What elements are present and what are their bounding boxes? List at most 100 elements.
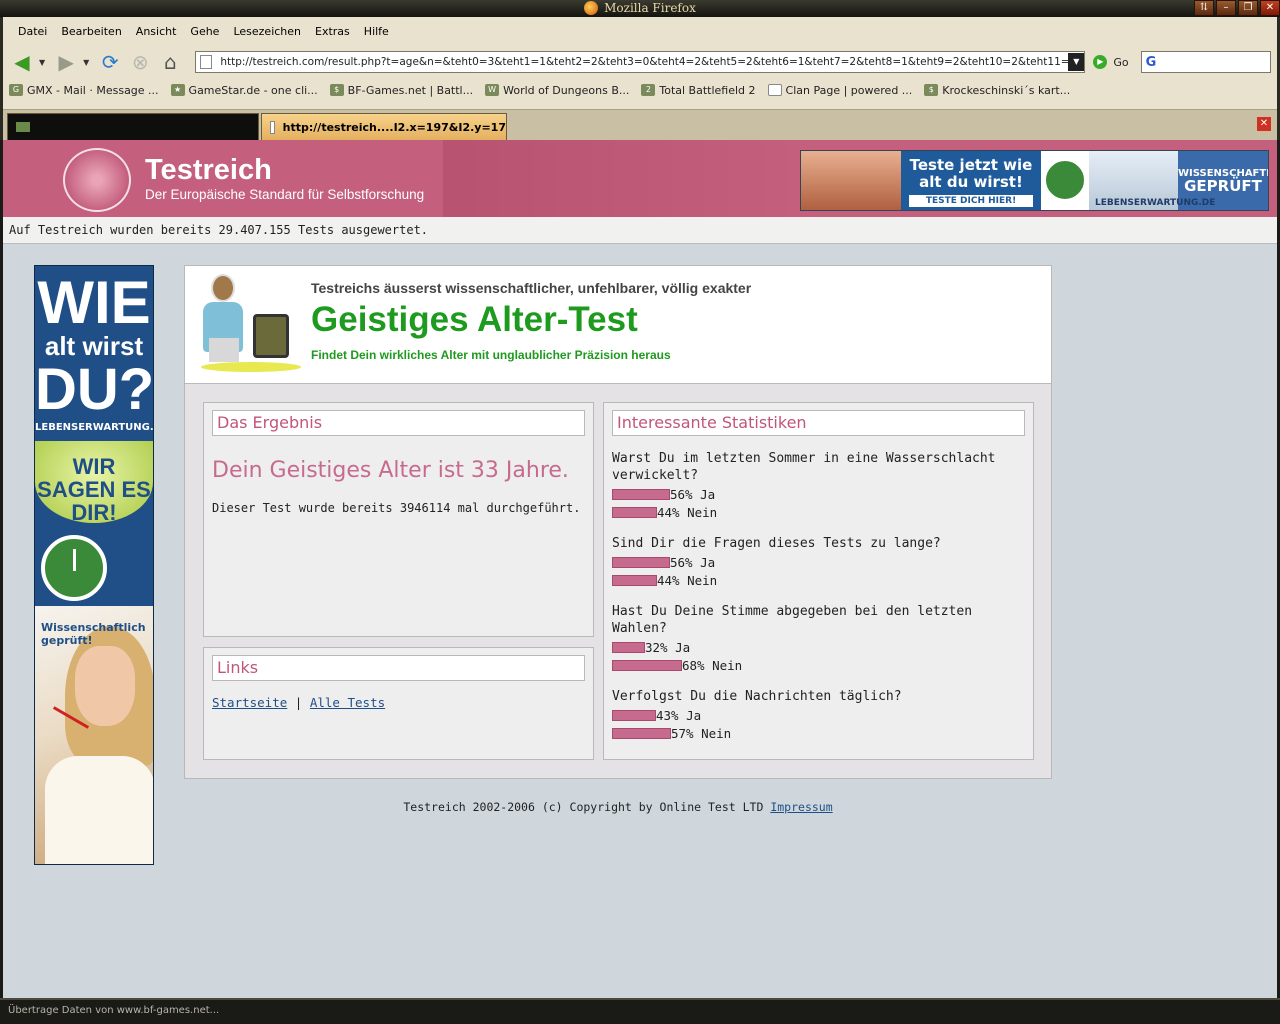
close-tab-icon[interactable]: ✕ bbox=[1257, 117, 1271, 131]
bookmark-item[interactable]: Clan Page | powered ... bbox=[767, 84, 912, 97]
menu-lesezeichen[interactable]: Lesezeichen bbox=[226, 25, 308, 38]
google-search-icon: G bbox=[1145, 54, 1157, 70]
top-ad-banner[interactable]: Teste jetzt wie alt du wirst! TESTE DICH… bbox=[800, 150, 1269, 211]
clock-icon bbox=[1043, 158, 1087, 202]
menu-datei[interactable]: Datei bbox=[11, 25, 54, 38]
stat-question: Verfolgst Du die Nachrichten täglich? bbox=[612, 689, 902, 704]
cash-icon bbox=[16, 122, 30, 132]
stat-question: Hast Du Deine Stimme abgegeben bei den l… bbox=[612, 604, 973, 636]
stat-bar bbox=[612, 574, 657, 586]
test-header: Testreichs äusserst wissenschaftlicher, … bbox=[185, 266, 1051, 384]
banner-url: LEBENSERWARTUNG.DE bbox=[1095, 198, 1216, 208]
maximize-icon[interactable]: ❐ bbox=[1238, 0, 1258, 16]
reload-icon[interactable]: ⟳ bbox=[97, 49, 123, 75]
bookmark-item[interactable]: 2 Total Battlefield 2 bbox=[641, 84, 756, 97]
site-name[interactable]: Testreich bbox=[145, 154, 272, 187]
page-footer: Testreich 2002-2006 (c) Copyright by Onl… bbox=[3, 800, 1233, 814]
firefox-icon bbox=[584, 1, 599, 15]
clock-icon bbox=[41, 535, 107, 601]
back-history-dropdown-icon[interactable]: ▼ bbox=[39, 58, 45, 67]
back-arrow-icon[interactable]: ◀ bbox=[9, 49, 35, 75]
stat-bar bbox=[612, 659, 682, 671]
link-separator: | bbox=[294, 695, 303, 710]
stat-answer-label: 32% Ja bbox=[645, 639, 691, 655]
bookmark-item[interactable]: W World of Dungeons B... bbox=[485, 84, 629, 97]
stat-answer-label: 44% Nein bbox=[657, 572, 718, 588]
side-ad-banner[interactable]: WIE alt wirst DU? LEBENSERWARTUNG.DE WIR… bbox=[34, 265, 154, 865]
address-bar[interactable]: http://testreich.com/result.php?t=age&n=… bbox=[195, 51, 1086, 73]
links-box: Links Startseite | Alle Tests bbox=[203, 647, 594, 760]
minimize-icon[interactable]: – bbox=[1216, 0, 1236, 16]
menu-gehe[interactable]: Gehe bbox=[183, 25, 226, 38]
test-kicker: Testreichs äusserst wissenschaftlicher, … bbox=[311, 280, 752, 296]
stat-question: Sind Dir die Fragen dieses Tests zu lang… bbox=[612, 536, 941, 551]
status-bar: Übertrage Daten von www.bf-games.net... bbox=[0, 998, 1280, 1024]
all-tests-link[interactable]: Alle Tests bbox=[310, 695, 385, 710]
go-arrow-icon: ▶ bbox=[1093, 55, 1108, 69]
home-link[interactable]: Startseite bbox=[212, 695, 287, 710]
stat-question-block: Hast Du Deine Stimme abgegeben bei den l… bbox=[604, 603, 1033, 673]
stat-answer-row: 43% Ja bbox=[612, 707, 1025, 723]
doctors-photo-icon: LEBENSERWARTUNG.DE bbox=[1089, 151, 1215, 210]
grandma-tv-illustration-icon bbox=[201, 274, 301, 374]
gamestar-icon: ★ bbox=[170, 84, 185, 96]
cash-icon: $ bbox=[329, 84, 344, 96]
stat-answer-row: 44% Nein bbox=[612, 504, 1025, 520]
stat-answer-label: 44% Nein bbox=[657, 504, 718, 520]
address-dropdown-icon[interactable]: ▼ bbox=[1068, 53, 1085, 71]
banner-headline: Teste jetzt wie alt du wirst! bbox=[909, 156, 1033, 191]
forward-history-dropdown-icon[interactable]: ▼ bbox=[83, 58, 89, 67]
test-counter: Auf Testreich wurden bereits 29.407.155 … bbox=[3, 217, 1277, 244]
stat-answer-label: 56% Ja bbox=[670, 486, 716, 502]
banner-cta: TESTE DICH HIER! bbox=[909, 195, 1033, 207]
result-box: Das Ergebnis Dein Geistiges Alter ist 33… bbox=[203, 402, 594, 637]
tab-inactive[interactable] bbox=[7, 113, 259, 140]
menu-ansicht[interactable]: Ansicht bbox=[129, 25, 184, 38]
globe-logo-icon[interactable] bbox=[63, 148, 131, 212]
stop-icon[interactable]: ⊗ bbox=[127, 49, 153, 75]
bookmark-item[interactable]: ★ GameStar.de - one cli... bbox=[170, 84, 318, 97]
stat-answer-label: 56% Ja bbox=[670, 554, 716, 570]
menu-button-icon[interactable]: ⇅ bbox=[1194, 0, 1214, 16]
stat-answer-row: 56% Ja bbox=[612, 554, 1025, 570]
menu-extras[interactable]: Extras bbox=[308, 25, 357, 38]
stat-answer-row: 56% Ja bbox=[612, 486, 1025, 502]
stat-answer-row: 68% Nein bbox=[612, 657, 1025, 673]
result-text: Dein Geistiges Alter ist 33 Jahre. bbox=[212, 458, 569, 483]
stat-bar bbox=[612, 641, 645, 653]
bookmark-item[interactable]: G GMX - Mail · Message ... bbox=[9, 84, 159, 97]
stats-heading: Interessante Statistiken bbox=[612, 410, 1025, 436]
bookmark-item[interactable]: $ Krockeschinski´s kart... bbox=[924, 84, 1070, 97]
page-content: Testreich Der Europäische Standard für S… bbox=[3, 140, 1277, 998]
impressum-link[interactable]: Impressum bbox=[770, 800, 832, 814]
home-icon[interactable]: ⌂ bbox=[157, 49, 183, 75]
stat-answer-label: 57% Nein bbox=[671, 725, 732, 741]
bookmark-item[interactable]: $ BF-Games.net | Battl... bbox=[329, 84, 473, 97]
close-window-icon[interactable]: ✕ bbox=[1260, 0, 1280, 16]
bf2-icon: 2 bbox=[641, 84, 656, 96]
site-header: Testreich Der Europäische Standard für S… bbox=[3, 140, 1277, 217]
stat-answer-row: 32% Ja bbox=[612, 639, 1025, 655]
stat-question-block: Verfolgst Du die Nachrichten täglich? 43%… bbox=[604, 688, 1033, 741]
stat-answer-row: 57% Nein bbox=[612, 725, 1025, 741]
stat-bar bbox=[612, 506, 657, 518]
test-title: Geistiges Alter-Test bbox=[311, 300, 638, 339]
stat-question-block: Sind Dir die Fragen dieses Tests zu lang… bbox=[604, 535, 1033, 588]
forward-arrow-icon[interactable]: ▶ bbox=[53, 49, 79, 75]
go-button[interactable]: ▶ Go bbox=[1093, 55, 1129, 69]
page-icon bbox=[200, 55, 213, 69]
site-tagline: Der Europäische Standard für Selbstforsc… bbox=[145, 187, 425, 202]
navigation-toolbar: ◀ ▼ ▶ ▼ ⟳ ⊗ ⌂ http://testreich.com/resul… bbox=[3, 45, 1277, 79]
menu-bar: Datei Bearbeiten Ansicht Gehe Lesezeiche… bbox=[3, 17, 1277, 45]
tab-bar: http://testreich....I2.x=197&I2.y=17 ✕ bbox=[3, 109, 1277, 140]
menu-bearbeiten[interactable]: Bearbeiten bbox=[54, 25, 128, 38]
address-text[interactable]: http://testreich.com/result.php?t=age&n=… bbox=[220, 56, 1068, 68]
stat-question: Warst Du im letzten Sommer in eine Wasse… bbox=[612, 451, 996, 483]
search-input[interactable]: G bbox=[1140, 51, 1271, 73]
window-title: Mozilla Firefox bbox=[604, 1, 696, 15]
tab-active[interactable]: http://testreich....I2.x=197&I2.y=17 bbox=[261, 113, 507, 140]
menu-hilfe[interactable]: Hilfe bbox=[357, 25, 396, 38]
woman-photo-icon bbox=[801, 151, 901, 210]
links-heading: Links bbox=[212, 655, 585, 681]
test-subtitle: Findet Dein wirkliches Alter mit unglaub… bbox=[311, 348, 671, 362]
